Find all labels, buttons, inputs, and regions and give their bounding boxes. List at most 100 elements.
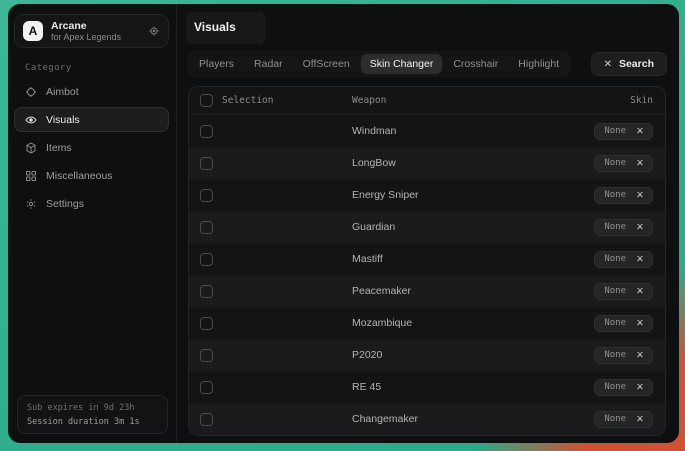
table-row: Mozambique None ✕ [189, 307, 665, 339]
sidebar-item-aimbot[interactable]: Aimbot [14, 79, 169, 104]
clear-skin-icon[interactable]: ✕ [636, 254, 644, 265]
table-body: Windman None ✕ LongBow None ✕ Energy Sni… [189, 115, 665, 435]
row-checkbox[interactable] [200, 221, 213, 234]
sidebar-item-settings[interactable]: Settings [14, 191, 169, 216]
weapon-name: P2020 [352, 349, 594, 361]
skin-badge[interactable]: None ✕ [594, 411, 653, 428]
skin-badge[interactable]: None ✕ [594, 123, 653, 140]
skin-badge[interactable]: None ✕ [594, 379, 653, 396]
skin-badge[interactable]: None ✕ [594, 283, 653, 300]
skin-value: None [604, 222, 626, 232]
main-panel: Visuals Players Radar OffScreen Skin Cha… [177, 4, 679, 443]
skin-table: Selection Weapon Skin Windman None ✕ Lon… [188, 86, 666, 436]
search-button[interactable]: ✕ Search [591, 52, 667, 76]
weapon-name: Mozambique [352, 317, 594, 329]
column-header-skin: Skin [630, 95, 653, 106]
clear-skin-icon[interactable]: ✕ [636, 350, 644, 361]
weapon-name: LongBow [352, 157, 594, 169]
skin-value: None [604, 254, 626, 264]
table-row: Mastiff None ✕ [189, 243, 665, 275]
skin-value: None [604, 350, 626, 360]
skin-badge[interactable]: None ✕ [594, 155, 653, 172]
search-button-label: Search [619, 58, 654, 70]
table-row: Changemaker None ✕ [189, 403, 665, 435]
clear-skin-icon[interactable]: ✕ [636, 318, 644, 329]
sub-expiry-text: Sub expires in 9d 23h [27, 403, 158, 413]
tab-crosshair[interactable]: Crosshair [444, 54, 507, 74]
session-duration-text: Session duration 3m 1s [27, 417, 158, 427]
subscription-card: Sub expires in 9d 23h Session duration 3… [17, 395, 168, 434]
sidebar-item-label: Aimbot [46, 86, 79, 98]
app-subtitle: for Apex Legends [51, 32, 140, 42]
weapon-name: Peacemaker [352, 285, 594, 297]
row-checkbox[interactable] [200, 381, 213, 394]
select-all-checkbox[interactable] [200, 94, 213, 107]
table-row: LongBow None ✕ [189, 147, 665, 179]
sidebar-item-label: Visuals [46, 114, 80, 126]
tab-bar: Players Radar OffScreen Skin Changer Cro… [187, 51, 571, 77]
table-header: Selection Weapon Skin [189, 87, 665, 115]
sidebar-item-items[interactable]: Items [14, 135, 169, 160]
skin-badge[interactable]: None ✕ [594, 315, 653, 332]
row-checkbox[interactable] [200, 253, 213, 266]
row-checkbox[interactable] [200, 317, 213, 330]
tab-highlight[interactable]: Highlight [509, 54, 568, 74]
category-label: Category [25, 63, 169, 73]
table-row: Energy Sniper None ✕ [189, 179, 665, 211]
skin-badge[interactable]: None ✕ [594, 251, 653, 268]
search-icon: ✕ [604, 59, 612, 70]
row-checkbox[interactable] [200, 285, 213, 298]
weapon-name: Windman [352, 125, 594, 137]
row-checkbox[interactable] [200, 349, 213, 362]
package-icon [25, 142, 37, 154]
skin-value: None [604, 126, 626, 136]
sidebar-item-visuals[interactable]: Visuals [14, 107, 169, 132]
skin-value: None [604, 318, 626, 328]
weapon-name: Changemaker [352, 413, 594, 425]
skin-badge[interactable]: None ✕ [594, 219, 653, 236]
skin-badge[interactable]: None ✕ [594, 347, 653, 364]
sidebar-item-label: Settings [46, 198, 84, 210]
table-row: RE 45 None ✕ [189, 371, 665, 403]
weapon-name: Guardian [352, 221, 594, 233]
table-row: Guardian None ✕ [189, 211, 665, 243]
clear-skin-icon[interactable]: ✕ [636, 414, 644, 425]
tab-skin-changer[interactable]: Skin Changer [361, 54, 443, 74]
gear-icon[interactable] [148, 25, 160, 37]
row-checkbox[interactable] [200, 189, 213, 202]
clear-skin-icon[interactable]: ✕ [636, 382, 644, 393]
skin-value: None [604, 414, 626, 424]
clear-skin-icon[interactable]: ✕ [636, 158, 644, 169]
clear-skin-icon[interactable]: ✕ [636, 286, 644, 297]
tab-players[interactable]: Players [190, 54, 243, 74]
skin-value: None [604, 190, 626, 200]
table-row: Windman None ✕ [189, 115, 665, 147]
skin-value: None [604, 286, 626, 296]
sidebar-item-label: Miscellaneous [46, 170, 113, 182]
app-logo: A [23, 21, 43, 41]
grid-icon [25, 170, 37, 182]
toolbar: Players Radar OffScreen Skin Changer Cro… [187, 51, 667, 77]
row-checkbox[interactable] [200, 125, 213, 138]
tab-radar[interactable]: Radar [245, 54, 292, 74]
skin-badge[interactable]: None ✕ [594, 187, 653, 204]
row-checkbox[interactable] [200, 413, 213, 426]
row-checkbox[interactable] [200, 157, 213, 170]
sidebar: A Arcane for Apex Legends Category Aimbo… [8, 4, 177, 443]
gear-icon [25, 198, 37, 210]
table-row: P2020 None ✕ [189, 339, 665, 371]
clear-skin-icon[interactable]: ✕ [636, 190, 644, 201]
tab-offscreen[interactable]: OffScreen [294, 54, 359, 74]
clear-skin-icon[interactable]: ✕ [636, 126, 644, 137]
app-name: Arcane [51, 20, 140, 32]
weapon-name: Mastiff [352, 253, 594, 265]
column-header-weapon: Weapon [352, 95, 630, 106]
sidebar-item-label: Items [46, 142, 72, 154]
skin-value: None [604, 382, 626, 392]
sidebar-item-miscellaneous[interactable]: Miscellaneous [14, 163, 169, 188]
sidebar-nav: Aimbot Visuals Items Misc [14, 79, 169, 216]
weapon-name: RE 45 [352, 381, 594, 393]
skin-value: None [604, 158, 626, 168]
app-window: A Arcane for Apex Legends Category Aimbo… [8, 4, 679, 443]
clear-skin-icon[interactable]: ✕ [636, 222, 644, 233]
